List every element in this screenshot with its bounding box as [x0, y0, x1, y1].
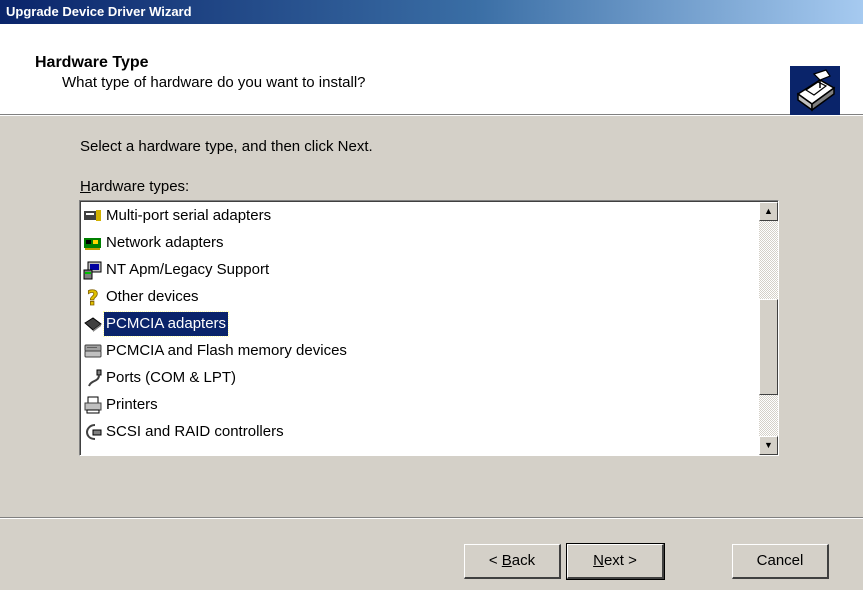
- next-button-access-key: N: [593, 552, 604, 569]
- window-title: Upgrade Device Driver Wizard: [6, 4, 192, 19]
- list-item[interactable]: ? Other devices: [83, 285, 201, 309]
- port-icon: [88, 369, 102, 387]
- cancel-button-label: Cancel: [756, 552, 804, 569]
- back-button-prefix: <: [488, 552, 502, 569]
- list-item[interactable]: Ports (COM & LPT): [83, 366, 238, 390]
- list-item-label: PCMCIA and Flash memory devices: [106, 342, 347, 359]
- list-item[interactable]: Multi-port serial adapters: [83, 204, 273, 228]
- back-button[interactable]: < Back: [464, 544, 561, 579]
- scroll-down-button[interactable]: ▼: [759, 436, 778, 455]
- scroll-up-button[interactable]: ▲: [759, 202, 778, 221]
- back-button-access-key: B: [501, 552, 512, 569]
- pcmcia-icon: [84, 317, 102, 332]
- serial-adapter-icon: [84, 210, 101, 221]
- hardware-types-label: Hardware types:: [80, 178, 190, 195]
- list-scrollbar[interactable]: ▲ ▼: [759, 202, 778, 455]
- page-title: Hardware Type: [35, 54, 149, 71]
- footer-divider-highlight: [0, 518, 863, 519]
- list-item-label: Multi-port serial adapters: [106, 207, 272, 224]
- network-adapter-icon: [84, 238, 101, 250]
- question-icon: ?: [87, 287, 99, 307]
- list-item-label: Ports (COM & LPT): [106, 369, 237, 386]
- list-item-label: NT Apm/Legacy Support: [106, 261, 270, 278]
- back-button-label: ack: [511, 552, 536, 569]
- header-divider: [0, 115, 863, 116]
- scsi-icon: [85, 424, 102, 440]
- hardware-wizard-icon: [790, 66, 840, 116]
- printer-icon: [84, 396, 102, 414]
- list-item-label: Other devices: [106, 288, 199, 305]
- list-item-label: Network adapters: [106, 234, 224, 251]
- next-button[interactable]: Next >: [566, 543, 665, 580]
- scroll-thumb[interactable]: [759, 299, 778, 395]
- flash-memory-icon: [84, 344, 102, 358]
- list-item-label: PCMCIA adapters: [102, 311, 230, 337]
- cancel-button[interactable]: Cancel: [732, 544, 829, 579]
- next-button-label: ext >: [603, 552, 637, 569]
- list-item[interactable]: PCMCIA and Flash memory devices: [83, 339, 349, 363]
- list-item[interactable]: NT Apm/Legacy Support: [83, 258, 271, 282]
- svg-text:?: ?: [87, 287, 99, 307]
- computer-icon: [83, 261, 102, 280]
- list-item-label: SCSI and RAID controllers: [106, 423, 284, 440]
- hardware-types-list[interactable]: Multi-port serial adapters Network adapt…: [79, 200, 779, 456]
- page-subtitle: What type of hardware do you want to ins…: [62, 74, 366, 91]
- wizard-header: Hardware Type What type of hardware do y…: [0, 24, 863, 116]
- list-item[interactable]: Printers: [83, 393, 160, 417]
- list-item-selected[interactable]: PCMCIA adapters: [83, 311, 230, 337]
- list-item[interactable]: SCSI and RAID controllers: [83, 420, 286, 444]
- list-item[interactable]: Network adapters: [83, 231, 226, 255]
- instruction-text: Select a hardware type, and then click N…: [80, 138, 373, 155]
- list-item-label: Printers: [106, 396, 158, 413]
- title-bar: Upgrade Device Driver Wizard: [0, 0, 863, 24]
